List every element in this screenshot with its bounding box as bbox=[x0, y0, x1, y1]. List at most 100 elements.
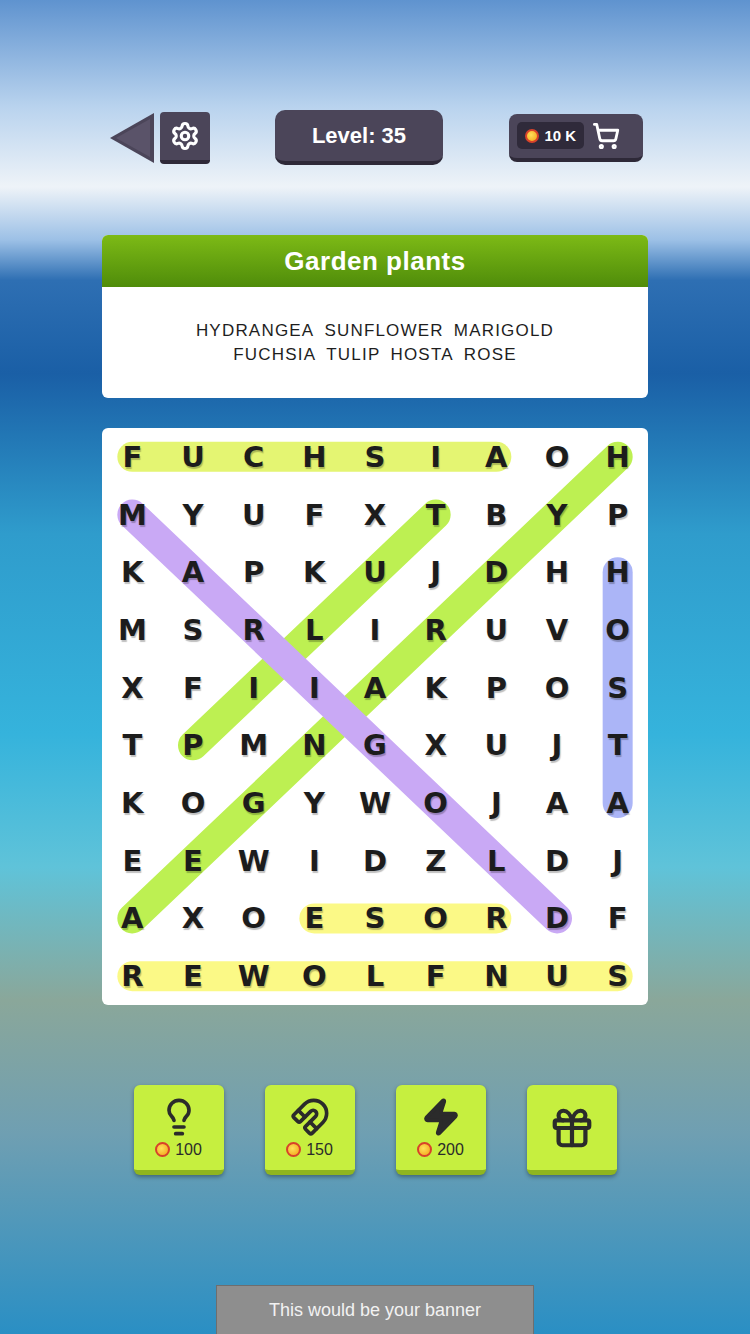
grid-cell[interactable]: X bbox=[102, 659, 163, 717]
grid-cell[interactable]: F bbox=[102, 428, 163, 486]
grid-cell[interactable]: G bbox=[223, 774, 284, 832]
grid-cell[interactable]: D bbox=[466, 543, 527, 601]
grid-cell[interactable]: J bbox=[587, 832, 648, 890]
grid-cell[interactable]: U bbox=[466, 601, 527, 659]
grid-cell[interactable]: A bbox=[102, 890, 163, 948]
grid-cell[interactable]: G bbox=[345, 717, 406, 775]
grid-cell[interactable]: B bbox=[466, 486, 527, 544]
grid-cell[interactable]: H bbox=[284, 428, 345, 486]
grid-cell[interactable]: W bbox=[223, 832, 284, 890]
letter-grid[interactable]: FUCHSIAOHMYUFXTBYPKAPKUJDHHMSRLIRUVOXFII… bbox=[102, 428, 648, 1005]
grid-cell[interactable]: N bbox=[284, 717, 345, 775]
grid-cell[interactable]: O bbox=[527, 428, 588, 486]
grid-cell[interactable]: A bbox=[163, 543, 224, 601]
grid-cell[interactable]: Y bbox=[527, 486, 588, 544]
grid-cell[interactable]: H bbox=[527, 543, 588, 601]
grid-cell[interactable]: P bbox=[466, 659, 527, 717]
grid-cell[interactable]: S bbox=[163, 601, 224, 659]
grid-cell[interactable]: P bbox=[587, 486, 648, 544]
grid-cell[interactable]: L bbox=[466, 832, 527, 890]
grid-cell[interactable]: O bbox=[587, 601, 648, 659]
grid-cell[interactable]: T bbox=[102, 717, 163, 775]
grid-cell[interactable]: K bbox=[405, 659, 466, 717]
grid-cell[interactable]: I bbox=[405, 428, 466, 486]
grid-cell[interactable]: R bbox=[223, 601, 284, 659]
settings-button[interactable] bbox=[160, 112, 210, 164]
grid-cell[interactable]: J bbox=[466, 774, 527, 832]
grid-cell[interactable]: E bbox=[284, 890, 345, 948]
grid-cell[interactable]: W bbox=[223, 947, 284, 1005]
grid-cell[interactable]: S bbox=[345, 428, 406, 486]
grid-cell[interactable]: O bbox=[223, 890, 284, 948]
grid-cell[interactable]: T bbox=[405, 486, 466, 544]
grid-cell[interactable]: L bbox=[345, 947, 406, 1005]
bolt-button[interactable]: 200 bbox=[396, 1085, 486, 1175]
grid-cell[interactable]: F bbox=[163, 659, 224, 717]
grid-cell[interactable]: O bbox=[405, 890, 466, 948]
grid-cell[interactable]: L bbox=[284, 601, 345, 659]
grid-cell[interactable]: E bbox=[102, 832, 163, 890]
grid-cell[interactable]: I bbox=[284, 659, 345, 717]
grid-cell[interactable]: R bbox=[405, 601, 466, 659]
grid-cell[interactable]: R bbox=[102, 947, 163, 1005]
back-button[interactable] bbox=[108, 111, 156, 165]
grid-cell[interactable]: S bbox=[345, 890, 406, 948]
grid-cell[interactable]: H bbox=[587, 543, 648, 601]
grid-cell[interactable]: O bbox=[405, 774, 466, 832]
grid-cell[interactable]: E bbox=[163, 832, 224, 890]
grid-cell[interactable]: U bbox=[527, 947, 588, 1005]
grid-cell[interactable]: K bbox=[284, 543, 345, 601]
grid-cell[interactable]: M bbox=[223, 717, 284, 775]
grid-cell[interactable]: A bbox=[345, 659, 406, 717]
grid-cell[interactable]: U bbox=[466, 717, 527, 775]
grid-cell[interactable]: M bbox=[102, 486, 163, 544]
grid-cell[interactable]: F bbox=[284, 486, 345, 544]
grid-cell[interactable]: A bbox=[527, 774, 588, 832]
word-row: HYDRANGEASUNFLOWERMARIGOLD bbox=[196, 321, 554, 341]
grid-cell[interactable]: Y bbox=[163, 486, 224, 544]
grid-cell[interactable]: X bbox=[405, 717, 466, 775]
grid-cell[interactable]: Y bbox=[284, 774, 345, 832]
grid-cell[interactable]: I bbox=[284, 832, 345, 890]
grid-cell[interactable]: O bbox=[527, 659, 588, 717]
ad-banner[interactable]: This would be your banner bbox=[216, 1285, 534, 1334]
grid-cell[interactable]: H bbox=[587, 428, 648, 486]
grid-cell[interactable]: Z bbox=[405, 832, 466, 890]
grid-cell[interactable]: C bbox=[223, 428, 284, 486]
grid-cell[interactable]: S bbox=[587, 947, 648, 1005]
grid-cell[interactable]: P bbox=[223, 543, 284, 601]
grid-cell[interactable]: N bbox=[466, 947, 527, 1005]
grid-cell[interactable]: K bbox=[102, 774, 163, 832]
grid-cell[interactable]: J bbox=[405, 543, 466, 601]
grid-cell[interactable]: F bbox=[405, 947, 466, 1005]
grid-cell[interactable]: U bbox=[163, 428, 224, 486]
grid-cell[interactable]: X bbox=[163, 890, 224, 948]
grid-cell[interactable]: S bbox=[587, 659, 648, 717]
grid-cell[interactable]: U bbox=[345, 543, 406, 601]
grid-cell[interactable]: K bbox=[102, 543, 163, 601]
grid-cell[interactable]: A bbox=[587, 774, 648, 832]
grid-cell[interactable]: M bbox=[102, 601, 163, 659]
grid-cell[interactable]: D bbox=[527, 832, 588, 890]
grid-cell[interactable]: I bbox=[345, 601, 406, 659]
grid-cell[interactable]: O bbox=[284, 947, 345, 1005]
grid-cell[interactable]: A bbox=[466, 428, 527, 486]
grid-cell[interactable]: X bbox=[345, 486, 406, 544]
grid-cell[interactable]: D bbox=[345, 832, 406, 890]
grid-cell[interactable]: F bbox=[587, 890, 648, 948]
grid-cell[interactable]: I bbox=[223, 659, 284, 717]
shop-button[interactable] bbox=[592, 122, 620, 150]
hint-button[interactable]: 100 bbox=[134, 1085, 224, 1175]
magnet-button[interactable]: 150 bbox=[265, 1085, 355, 1175]
grid-cell[interactable]: E bbox=[163, 947, 224, 1005]
grid-cell[interactable]: J bbox=[527, 717, 588, 775]
grid-cell[interactable]: V bbox=[527, 601, 588, 659]
grid-cell[interactable]: T bbox=[587, 717, 648, 775]
grid-cell[interactable]: D bbox=[527, 890, 588, 948]
grid-cell[interactable]: U bbox=[223, 486, 284, 544]
grid-cell[interactable]: R bbox=[466, 890, 527, 948]
grid-cell[interactable]: P bbox=[163, 717, 224, 775]
gift-button[interactable] bbox=[527, 1085, 617, 1175]
grid-cell[interactable]: O bbox=[163, 774, 224, 832]
grid-cell[interactable]: W bbox=[345, 774, 406, 832]
